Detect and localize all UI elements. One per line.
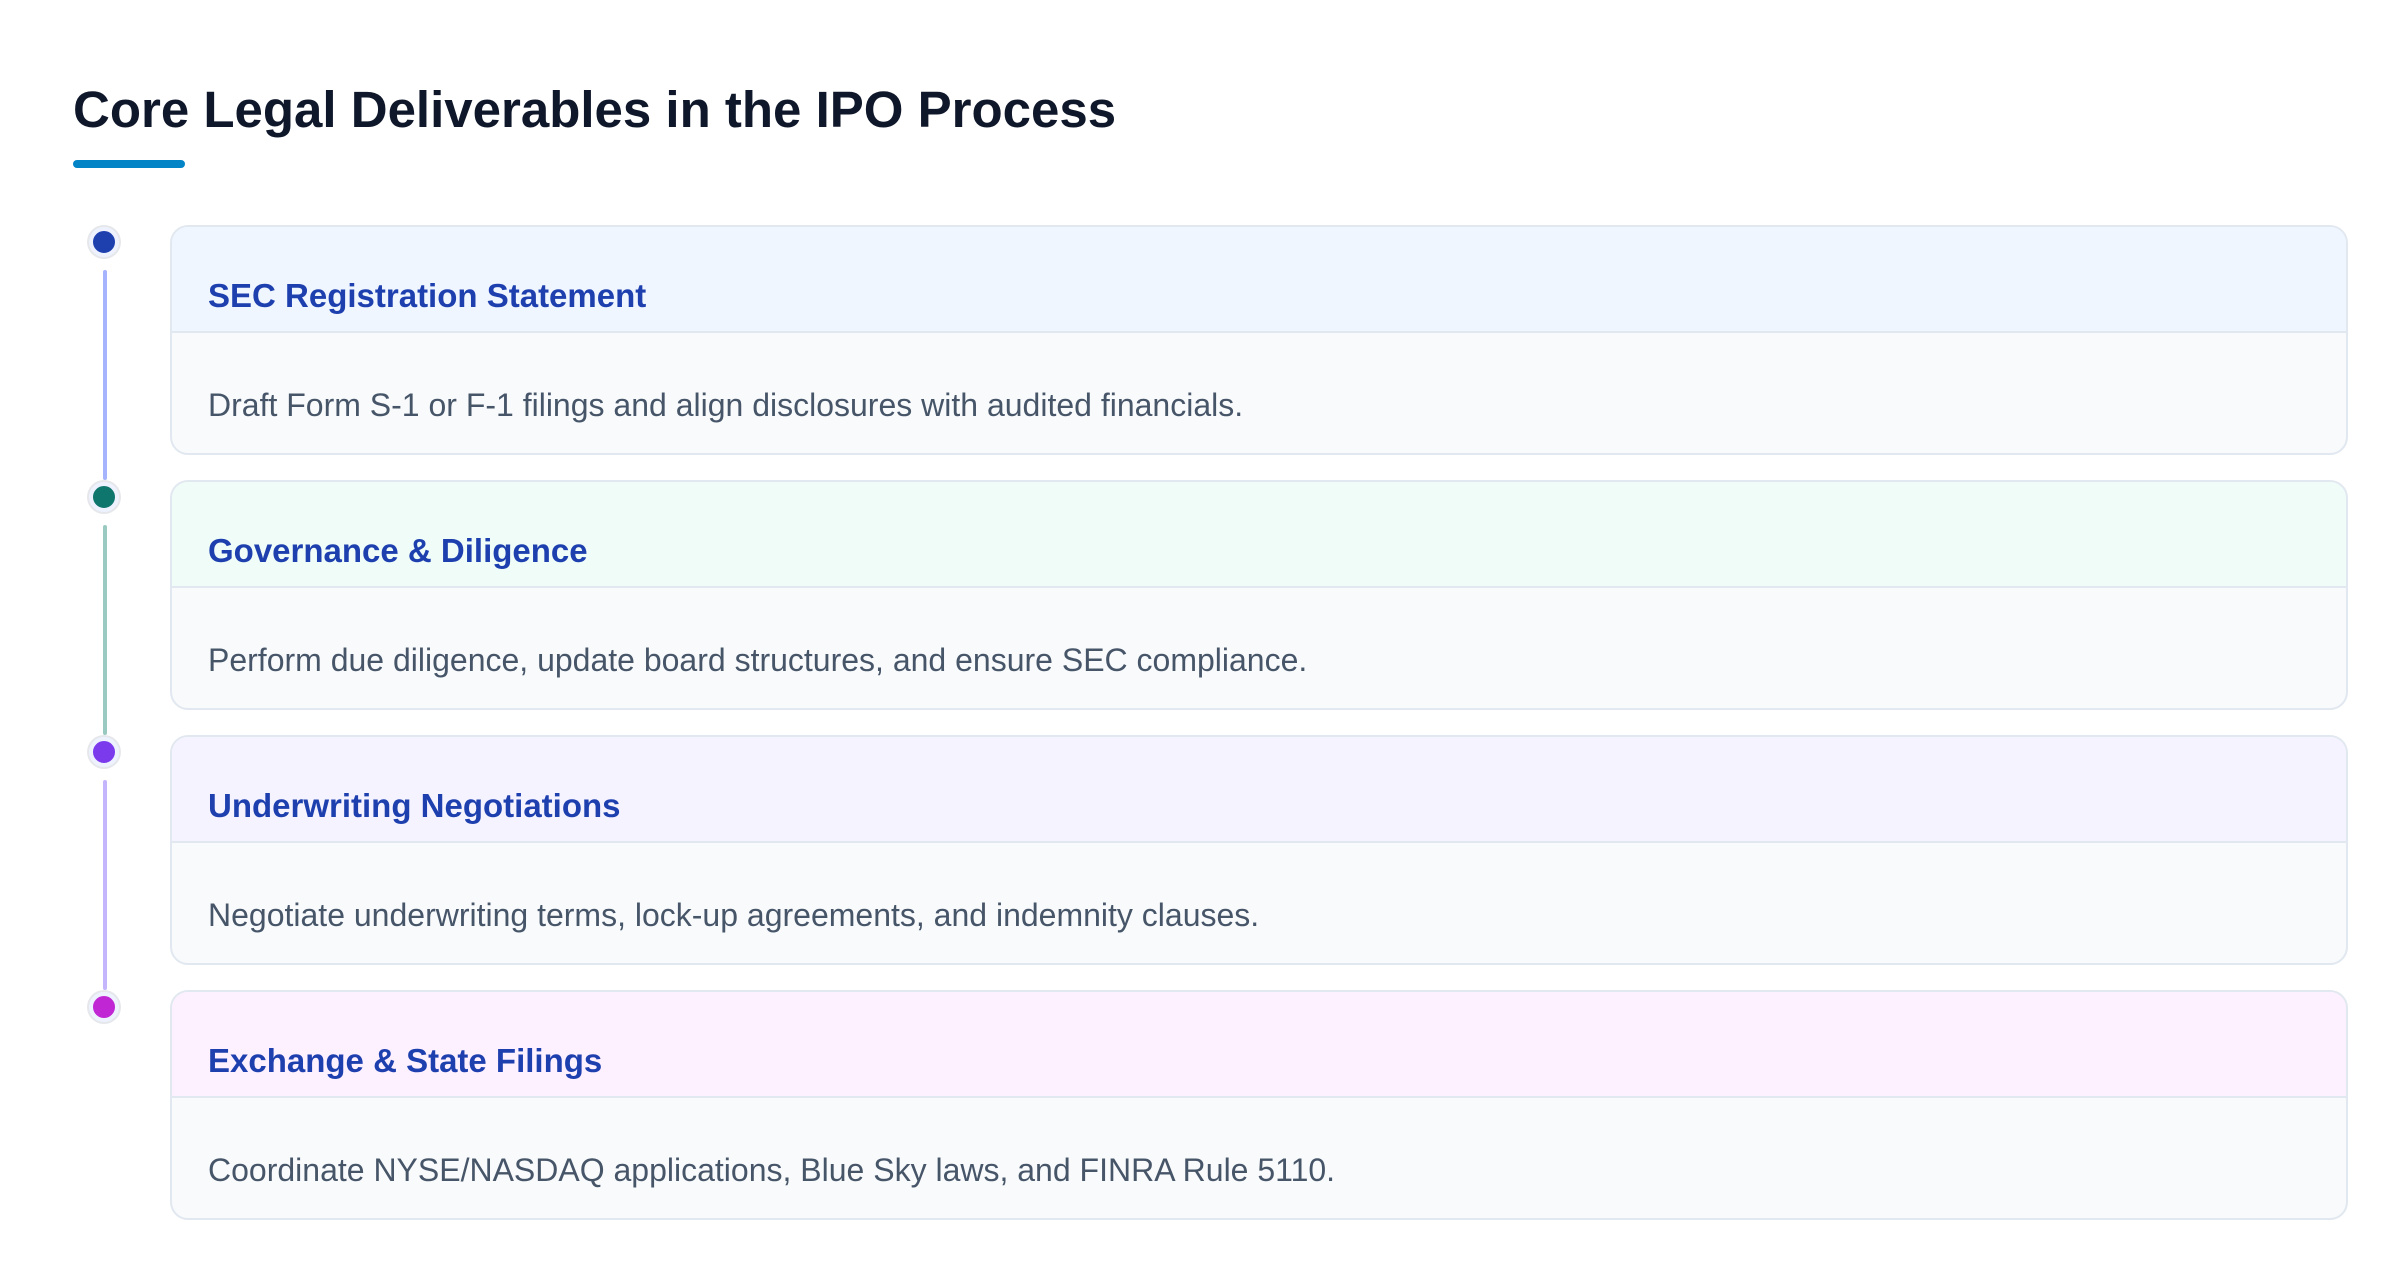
timeline-step-underwriting: Underwriting Negotiations Negotiate unde… bbox=[0, 510, 2400, 990]
timeline-dot bbox=[89, 992, 119, 1022]
timeline-step-sec-registration: SEC Registration Statement Draft Form S-… bbox=[0, 0, 2400, 480]
step-description: Coordinate NYSE/NASDAQ applications, Blu… bbox=[208, 1152, 1336, 1188]
step-card-header: Exchange & State Filings bbox=[172, 992, 2346, 1098]
step-card-body: Coordinate NYSE/NASDAQ applications, Blu… bbox=[172, 1098, 2346, 1190]
timeline-step-exchange-filings: Exchange & State Filings Coordinate NYSE… bbox=[0, 765, 2400, 1220]
step-card: Exchange & State Filings Coordinate NYSE… bbox=[170, 990, 2348, 1220]
timeline-dot bbox=[89, 737, 119, 767]
timeline-dot bbox=[89, 482, 119, 512]
timeline-dot bbox=[89, 227, 119, 257]
timeline: SEC Registration Statement Draft Form S-… bbox=[0, 0, 2400, 1286]
timeline-step-governance: Governance & Diligence Perform due dilig… bbox=[0, 255, 2400, 735]
step-title: Exchange & State Filings bbox=[208, 1042, 603, 1079]
